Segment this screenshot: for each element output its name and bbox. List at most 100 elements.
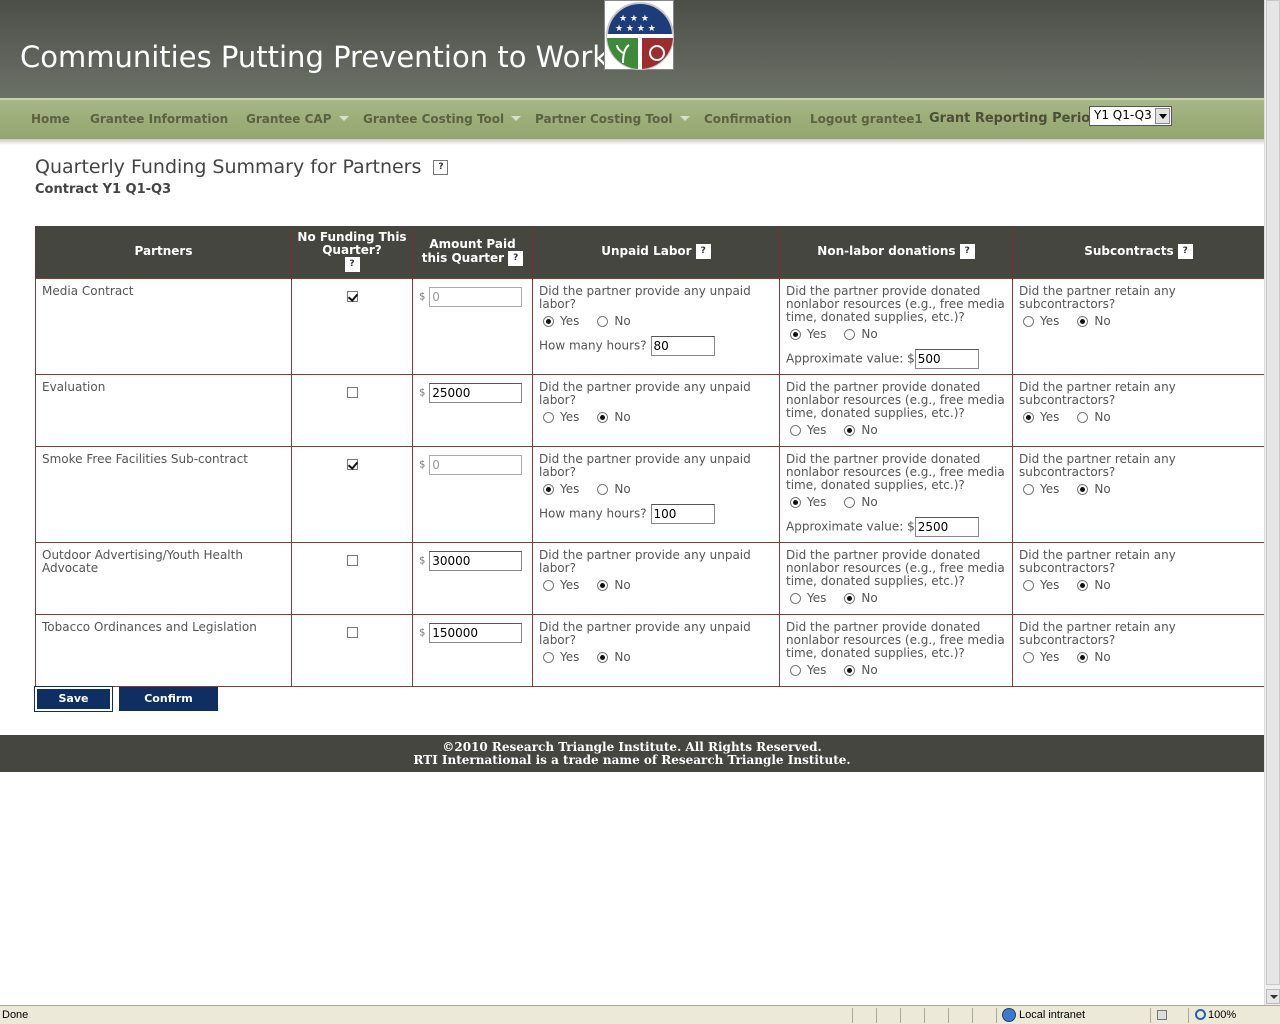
hours-input[interactable]: 100: [650, 503, 715, 524]
subcontracts-no-label: No: [1094, 313, 1111, 328]
column-header-label: Subcontracts: [1084, 244, 1174, 259]
help-icon[interactable]: ?: [959, 244, 975, 260]
scrollbar-thumb[interactable]: [1266, 0, 1280, 985]
unpaid-labor-yes-radio[interactable]: [543, 315, 554, 327]
nonlabor-no-radio[interactable]: [844, 328, 856, 340]
unpaid-labor-question: Did the partner provide any unpaid labor…: [539, 283, 751, 311]
nav-item-grantee-information[interactable]: Grantee Information: [90, 112, 228, 126]
chevron-down-icon[interactable]: [1155, 108, 1170, 124]
value-input[interactable]: 500: [914, 348, 979, 369]
help-icon[interactable]: ?: [433, 160, 449, 175]
nonlabor-yes-radio[interactable]: [790, 424, 801, 436]
column-header-unpaid-labor: Unpaid Labor ?: [532, 226, 780, 278]
subcontracts-yes-radio[interactable]: [1023, 411, 1034, 423]
subcontracts-no-radio[interactable]: [1077, 483, 1089, 495]
hours-input[interactable]: 80: [650, 335, 715, 356]
subcontracts-yes-label: Yes: [1040, 577, 1060, 592]
subcontracts-yes-radio[interactable]: [1023, 315, 1034, 327]
unpaid-labor-no-radio[interactable]: [597, 411, 609, 423]
nav-item-label: Home: [31, 112, 70, 126]
nav-item-logout[interactable]: Logout grantee1: [810, 112, 923, 126]
partner-cell: Media Contract: [35, 277, 292, 375]
site-title: Communities Putting Prevention to Work: [20, 40, 610, 74]
subcontracts-no-radio[interactable]: [1077, 411, 1089, 423]
no-funding-checkbox[interactable]: [346, 626, 358, 638]
nonlabor-cell: Did the partner provide donated nonlabor…: [779, 373, 1013, 447]
subcontracts-yes-label: Yes: [1040, 313, 1060, 328]
unpaid-labor-yes-radio[interactable]: [543, 411, 554, 423]
subcontracts-cell: Did the partner retain any subcontractor…: [1012, 613, 1265, 687]
save-button[interactable]: Save: [34, 686, 113, 712]
no-funding-checkbox[interactable]: [346, 386, 358, 398]
unpaid-labor-no-label: No: [614, 577, 631, 592]
subcontracts-yes-radio[interactable]: [1023, 579, 1034, 591]
nonlabor-cell: Did the partner provide donated nonlabor…: [779, 541, 1013, 615]
help-icon[interactable]: ?: [1177, 244, 1193, 260]
currency-symbol: $: [419, 627, 426, 638]
zoom-icon[interactable]: [1195, 1009, 1206, 1020]
nonlabor-yes-radio[interactable]: [790, 328, 801, 340]
unpaid-labor-no-radio[interactable]: [597, 579, 609, 591]
amount-input[interactable]: 25000: [429, 382, 523, 403]
grant-period-select[interactable]: Y1 Q1-Q3: [1089, 106, 1172, 126]
unpaid-labor-no-radio[interactable]: [597, 483, 609, 495]
nav-item-partner-costing-tool[interactable]: Partner Costing Tool: [535, 112, 690, 126]
partner-name: Media Contract: [42, 283, 134, 298]
subcontracts-yes-radio[interactable]: [1023, 483, 1034, 495]
scroll-down-arrow-icon[interactable]: [1266, 989, 1280, 1004]
subcontracts-no-radio[interactable]: [1077, 315, 1089, 327]
subcontracts-cell: Did the partner retain any subcontractor…: [1012, 445, 1265, 543]
chevron-down-icon: [679, 116, 690, 121]
unpaid-labor-yes-radio[interactable]: [543, 651, 554, 663]
nonlabor-question: Did the partner provide donated nonlabor…: [786, 451, 1005, 492]
nonlabor-yes-radio[interactable]: [790, 592, 801, 604]
nav-item-home[interactable]: Home: [31, 112, 70, 126]
unpaid-labor-no-radio[interactable]: [597, 651, 609, 663]
nonlabor-no-radio[interactable]: [844, 592, 856, 604]
confirm-button[interactable]: Confirm: [119, 687, 218, 711]
nonlabor-no-radio[interactable]: [844, 424, 856, 436]
nonlabor-no-label: No: [861, 422, 878, 437]
currency-symbol: $: [419, 555, 426, 566]
subcontracts-no-radio[interactable]: [1077, 579, 1089, 591]
currency-symbol: $: [419, 291, 426, 302]
nonlabor-radio-group: Yes No: [786, 662, 1006, 680]
help-icon[interactable]: ?: [508, 250, 524, 266]
vertical-scrollbar[interactable]: [1264, 0, 1280, 1005]
nav-item-confirmation[interactable]: Confirmation: [704, 112, 792, 126]
no-funding-checkbox[interactable]: [346, 458, 358, 470]
help-icon[interactable]: ?: [695, 244, 711, 260]
zoom-level[interactable]: 100%: [1208, 1009, 1236, 1021]
amount-input[interactable]: 0: [429, 454, 523, 475]
subcontracts-yes-radio[interactable]: [1023, 651, 1034, 663]
nonlabor-yes-radio[interactable]: [790, 664, 801, 676]
subcontracts-no-radio[interactable]: [1077, 651, 1089, 663]
amount-input[interactable]: 150000: [429, 622, 523, 643]
unpaid-labor-yes-radio[interactable]: [543, 483, 554, 495]
nonlabor-radio-group: Yes No: [786, 327, 1006, 344]
nonlabor-yes-radio[interactable]: [790, 496, 801, 508]
site-header: Communities Putting Prevention to Work ★…: [0, 0, 1264, 98]
amount-input[interactable]: 0: [429, 286, 523, 307]
unpaid-labor-yes-radio[interactable]: [543, 579, 554, 591]
amount-cell: $ 25000: [412, 373, 533, 447]
nonlabor-yes-label: Yes: [807, 662, 827, 677]
no-funding-checkbox[interactable]: [346, 554, 358, 566]
partner-cell: Outdoor Advertising/Youth Health Advocat…: [35, 541, 292, 615]
protected-mode-icon[interactable]: [1157, 1010, 1167, 1020]
nav-item-label: Partner Costing Tool: [535, 112, 673, 126]
no-funding-cell: [291, 373, 413, 447]
unpaid-labor-radio-group: Yes No: [539, 650, 773, 667]
nonlabor-no-radio[interactable]: [844, 496, 856, 508]
nonlabor-no-radio[interactable]: [844, 664, 856, 676]
footer-trade-name: RTI International is a trade name of Res…: [413, 753, 851, 767]
nav-item-grantee-cap[interactable]: Grantee CAP: [246, 112, 349, 126]
subcontracts-cell: Did the partner retain any subcontractor…: [1012, 541, 1265, 615]
unpaid-labor-no-radio[interactable]: [597, 315, 609, 327]
help-icon[interactable]: ?: [344, 257, 360, 273]
nav-item-grantee-costing-tool[interactable]: Grantee Costing Tool: [363, 112, 522, 126]
value-input[interactable]: 2500: [914, 516, 979, 537]
column-header-label: Non-labor donations: [817, 244, 956, 259]
no-funding-checkbox[interactable]: [346, 290, 358, 302]
amount-input[interactable]: 30000: [429, 550, 523, 571]
